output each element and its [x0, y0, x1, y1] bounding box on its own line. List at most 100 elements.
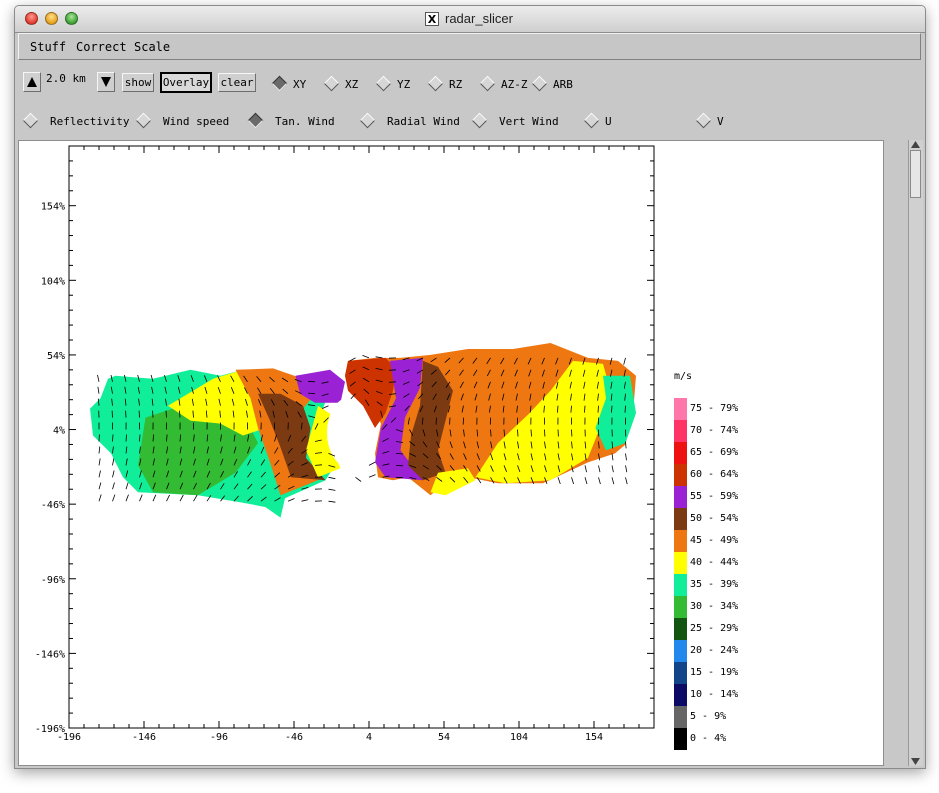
radio-diamond-icon	[583, 112, 600, 129]
wind-vector	[517, 429, 519, 437]
wind-vector	[166, 494, 170, 502]
radio-diamond-icon	[135, 112, 152, 129]
wind-vector	[112, 458, 115, 466]
x-tick-label: 154	[585, 732, 603, 743]
wind-vector	[97, 374, 100, 382]
radio-diamond-icon	[695, 112, 712, 129]
radio-diamond-icon	[375, 75, 392, 92]
field-radio-tan-wind[interactable]: Tan. Wind	[247, 112, 335, 129]
legend-label: 35 - 39%	[690, 579, 738, 590]
radio-diamond-icon	[479, 75, 496, 92]
scroll-up-icon[interactable]	[910, 140, 921, 149]
radio-diamond-icon	[323, 75, 340, 92]
plane-radio-arb[interactable]: ARB	[531, 75, 573, 92]
legend-swatch	[674, 442, 687, 464]
radio-label: U	[605, 115, 612, 128]
radio-diamond-icon	[531, 75, 548, 92]
wind-vector	[611, 465, 614, 473]
plane-radio-az-z[interactable]: AZ-Z	[479, 75, 528, 92]
wind-vector	[598, 477, 601, 485]
wind-vector	[112, 494, 116, 502]
wind-vector	[435, 417, 437, 425]
plane-radio-xy[interactable]: XY	[271, 75, 306, 92]
field-radio-reflectivity[interactable]: Reflectivity	[22, 112, 129, 129]
legend-swatch	[674, 464, 687, 486]
up-arrow-icon	[27, 77, 37, 87]
plane-radio-yz[interactable]: YZ	[375, 75, 410, 92]
color-legend: m/s 75 - 79% 70 - 74% 65 - 69% 60 - 64% 55 - …	[674, 371, 738, 750]
x-tick-label: -146	[132, 732, 156, 743]
legend-label: 50 - 54%	[690, 513, 738, 524]
wind-vector	[179, 494, 184, 502]
wind-vector	[98, 494, 102, 502]
close-window-button[interactable]	[25, 12, 38, 25]
radio-diamond-icon	[359, 112, 376, 129]
wind-vector	[597, 405, 599, 413]
wind-vector	[98, 458, 101, 466]
wind-vector	[625, 477, 628, 485]
clear-button[interactable]: clear	[218, 73, 256, 92]
wind-vector	[179, 410, 181, 418]
field-radio-radial-wind[interactable]: Radial Wind	[359, 112, 460, 129]
plane-radio-xz[interactable]: XZ	[323, 75, 358, 92]
field-radio-v[interactable]: V	[695, 112, 724, 129]
radar-plot: -196 -146 -96 -46 4 54 104 154154%104%54%4%-46%…	[35, 145, 738, 750]
overlay-button[interactable]: Overlay	[160, 72, 212, 93]
zoom-window-button[interactable]	[65, 12, 78, 25]
wind-vector	[611, 405, 613, 413]
legend-swatch	[674, 486, 687, 508]
field-radio-vert-wind[interactable]: Vert Wind	[471, 112, 559, 129]
level-up-button[interactable]	[23, 72, 41, 92]
wind-vector	[368, 461, 376, 466]
plane-radio-rz[interactable]: RZ	[427, 75, 462, 92]
radio-label: Tan. Wind	[275, 115, 335, 128]
radio-label: Vert Wind	[499, 115, 559, 128]
menu-bar: Stuff Correct Scale	[18, 33, 921, 60]
menu-stuff[interactable]: Stuff	[30, 40, 66, 54]
radio-diamond-icon	[22, 112, 39, 129]
wind-vector	[598, 465, 601, 473]
plot-canvas[interactable]: -196 -146 -96 -46 4 54 104 154 154% 104% 54% 4% -46%…	[18, 140, 884, 766]
y-tick-label: 4%	[53, 426, 65, 437]
x-tick-label: 54	[438, 732, 450, 743]
wind-vector	[388, 381, 397, 383]
wind-vector	[328, 476, 336, 480]
radio-label: Wind speed	[163, 115, 230, 128]
y-tick-label: 54%	[47, 351, 65, 362]
legend-swatch	[674, 618, 687, 640]
legend-label: 40 - 44%	[690, 557, 738, 568]
wind-vector	[375, 356, 383, 359]
legend-label: 20 - 24%	[690, 645, 738, 656]
wind-vector	[125, 434, 127, 442]
y-tick-label: 104%	[41, 276, 65, 287]
wind-vector	[625, 441, 627, 449]
menu-correct[interactable]: Correct	[76, 40, 127, 54]
title-bar[interactable]: X radar_slicer	[15, 6, 925, 33]
scroll-down-icon[interactable]	[910, 757, 921, 766]
menu-scale[interactable]: Scale	[134, 40, 170, 54]
wind-vector	[193, 494, 198, 502]
wind-vector	[571, 477, 574, 485]
y-tick-label: 154%	[41, 202, 65, 213]
legend-swatch	[674, 552, 687, 574]
legend-swatch	[674, 684, 687, 706]
legend-swatch	[674, 662, 687, 684]
wind-vector	[165, 410, 167, 418]
wind-vector	[112, 482, 115, 490]
y-tick-label: -46%	[41, 500, 65, 511]
show-button[interactable]: show	[122, 73, 154, 92]
vertical-scrollbar[interactable]	[908, 140, 923, 766]
wind-vector	[328, 488, 336, 491]
legend-swatch	[674, 728, 687, 750]
legend-label: 15 - 19%	[690, 667, 738, 678]
legend-label: 60 - 64%	[690, 469, 738, 480]
legend-swatch	[674, 420, 687, 442]
wind-vector	[152, 494, 157, 502]
field-radio-wind-speed[interactable]: Wind speed	[135, 112, 230, 129]
storm-field	[90, 343, 636, 518]
wind-vector	[328, 500, 336, 503]
minimize-window-button[interactable]	[45, 12, 58, 25]
field-radio-u[interactable]: U	[583, 112, 612, 129]
level-down-button[interactable]	[97, 72, 115, 92]
scrollbar-thumb[interactable]	[910, 150, 921, 198]
